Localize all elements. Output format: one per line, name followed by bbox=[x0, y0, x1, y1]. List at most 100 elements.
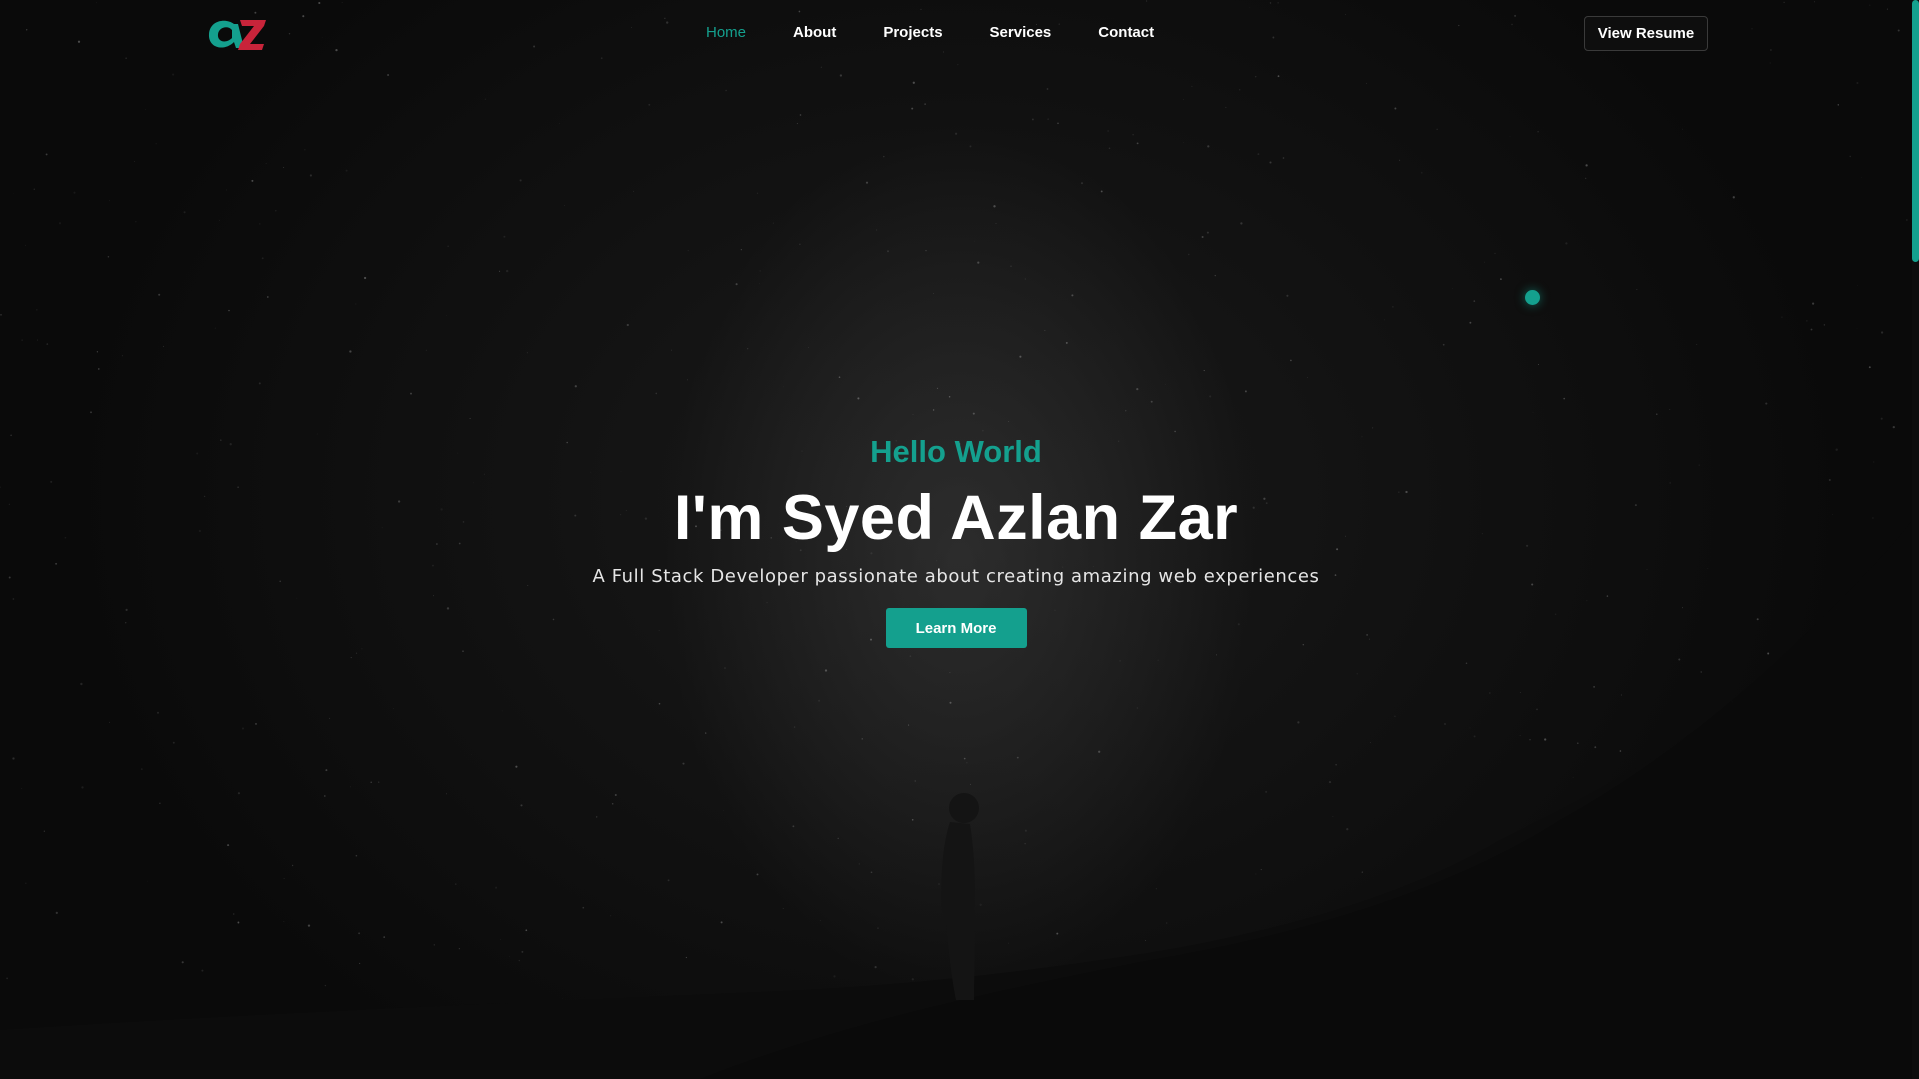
star bbox=[972, 412, 975, 415]
star bbox=[1581, 983, 1584, 986]
star bbox=[323, 795, 326, 797]
star bbox=[1659, 882, 1661, 885]
star bbox=[425, 349, 427, 351]
star bbox=[393, 708, 395, 709]
star bbox=[1736, 752, 1738, 754]
star bbox=[445, 314, 447, 316]
star bbox=[1183, 99, 1184, 100]
star bbox=[1328, 781, 1332, 784]
nav-item-services[interactable]: Services bbox=[990, 23, 1052, 43]
star bbox=[1529, 738, 1531, 741]
star bbox=[98, 368, 100, 370]
star bbox=[501, 710, 503, 712]
star bbox=[610, 915, 612, 917]
star bbox=[1144, 940, 1146, 942]
star bbox=[614, 793, 617, 797]
nav-item-home[interactable]: Home bbox=[706, 23, 746, 43]
star bbox=[948, 396, 951, 398]
star bbox=[1206, 231, 1209, 234]
star bbox=[237, 792, 241, 795]
star bbox=[1585, 177, 1587, 180]
star bbox=[1399, 159, 1401, 161]
star bbox=[1269, 161, 1272, 164]
star bbox=[908, 724, 910, 726]
star bbox=[1260, 869, 1262, 871]
star bbox=[1906, 219, 1908, 221]
star bbox=[1265, 790, 1268, 793]
star bbox=[25, 882, 27, 885]
star bbox=[1565, 242, 1568, 245]
star bbox=[936, 387, 939, 390]
star bbox=[471, 754, 472, 755]
star bbox=[1574, 984, 1576, 985]
page-scrollbar[interactable] bbox=[1912, 0, 1919, 1079]
star bbox=[1209, 395, 1212, 398]
hero-greeting: Hello World bbox=[870, 434, 1042, 469]
star bbox=[909, 655, 912, 657]
view-resume-button[interactable]: View Resume bbox=[1584, 16, 1708, 51]
star bbox=[45, 153, 48, 156]
learn-more-button[interactable]: Learn More bbox=[885, 608, 1027, 648]
star bbox=[595, 816, 598, 818]
star bbox=[1361, 871, 1363, 873]
star bbox=[966, 762, 968, 764]
star bbox=[782, 386, 784, 388]
star bbox=[350, 657, 352, 659]
star bbox=[1150, 400, 1153, 403]
star bbox=[455, 883, 457, 885]
star bbox=[1444, 723, 1446, 725]
star bbox=[447, 245, 449, 247]
star bbox=[283, 921, 285, 923]
star bbox=[1537, 131, 1539, 133]
star bbox=[521, 950, 524, 953]
star bbox=[611, 802, 614, 805]
star bbox=[356, 652, 358, 654]
star bbox=[1577, 742, 1579, 744]
star bbox=[1244, 390, 1247, 393]
star bbox=[1119, 660, 1121, 662]
star bbox=[914, 780, 916, 782]
star bbox=[214, 327, 216, 329]
star bbox=[1442, 343, 1445, 346]
star bbox=[1420, 171, 1423, 174]
site-header: Home About Projects Services Contact Vie… bbox=[0, 0, 1919, 68]
star bbox=[1823, 324, 1826, 326]
star bbox=[145, 109, 147, 111]
star bbox=[1532, 411, 1534, 413]
star bbox=[183, 211, 186, 214]
star bbox=[370, 781, 372, 783]
hero-tagline: A Full Stack Developer passionate about … bbox=[592, 566, 1320, 587]
az-logo-icon[interactable] bbox=[204, 14, 268, 54]
nav-item-contact[interactable]: Contact bbox=[1098, 23, 1154, 43]
star bbox=[462, 650, 464, 652]
star bbox=[877, 927, 879, 930]
star bbox=[1240, 222, 1243, 225]
star bbox=[241, 727, 245, 730]
star bbox=[1203, 370, 1205, 372]
star bbox=[1236, 968, 1238, 970]
star bbox=[574, 385, 577, 388]
star bbox=[1700, 671, 1702, 673]
star bbox=[1201, 236, 1204, 238]
star bbox=[759, 283, 760, 285]
star bbox=[720, 921, 723, 924]
star bbox=[1157, 659, 1159, 661]
star bbox=[1641, 806, 1643, 808]
scrollbar-thumb[interactable] bbox=[1912, 0, 1919, 262]
nav-item-about[interactable]: About bbox=[793, 23, 836, 43]
star bbox=[1016, 756, 1019, 759]
star bbox=[839, 74, 843, 77]
star bbox=[1257, 153, 1260, 156]
star bbox=[911, 978, 914, 981]
star bbox=[1286, 294, 1289, 297]
star bbox=[275, 209, 277, 212]
star bbox=[1225, 106, 1227, 108]
star bbox=[1216, 654, 1218, 656]
star bbox=[626, 323, 629, 327]
star bbox=[883, 155, 885, 158]
nav-item-projects[interactable]: Projects bbox=[883, 23, 942, 43]
star bbox=[1585, 164, 1588, 167]
star bbox=[237, 921, 240, 924]
star bbox=[228, 309, 230, 312]
star bbox=[1731, 700, 1734, 703]
